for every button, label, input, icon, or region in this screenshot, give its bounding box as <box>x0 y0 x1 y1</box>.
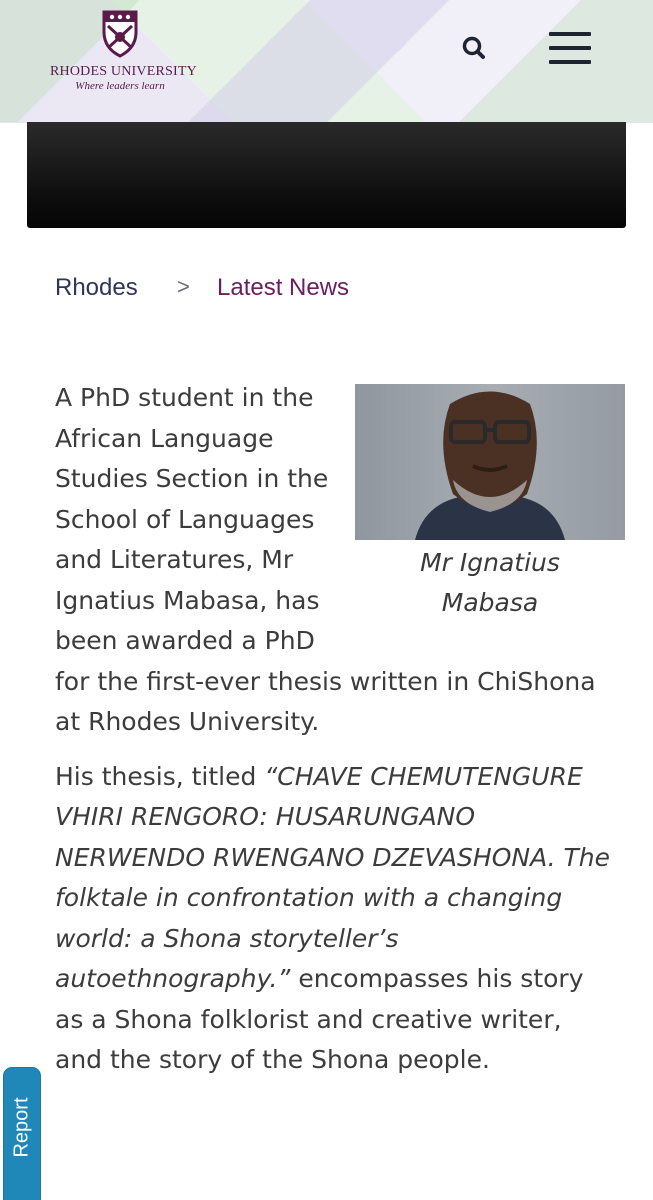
crest-icon <box>102 10 138 58</box>
search-icon <box>462 36 485 59</box>
photo-caption: Mr Ignatius Mabasa <box>420 548 560 617</box>
search-button[interactable] <box>458 32 490 64</box>
breadcrumb-separator: > <box>177 274 190 299</box>
article-body: Mr Ignatius Mabasa A PhD student in the … <box>55 378 625 1095</box>
portrait-photo <box>355 384 625 540</box>
hamburger-menu-icon <box>549 32 591 36</box>
hamburger-menu-icon <box>549 60 591 64</box>
site-header: RHODES UNIVERSITY Where leaders learn <box>0 0 653 123</box>
menu-button[interactable] <box>547 30 593 66</box>
logo-name: RHODES UNIVERSITY <box>50 64 197 79</box>
article-paragraph: His thesis, titled “CHAVE CHEMUTENGURE V… <box>55 757 615 1081</box>
hero-banner <box>27 122 626 228</box>
report-button[interactable]: Report <box>4 1068 40 1200</box>
logo-tagline: Where leaders learn <box>75 80 165 92</box>
thesis-title: “CHAVE CHEMUTENGURE VHIRI RENGORO: HUSAR… <box>55 761 611 994</box>
breadcrumb-home-link[interactable]: Rhodes <box>55 274 138 302</box>
article-figure: Mr Ignatius Mabasa <box>355 384 625 623</box>
paragraph-text: His thesis, titled <box>55 761 265 791</box>
breadcrumb-current[interactable]: Latest News <box>217 274 349 302</box>
hamburger-menu-icon <box>549 46 591 50</box>
report-label: Report <box>10 1097 33 1158</box>
university-logo[interactable]: RHODES UNIVERSITY Where leaders learn <box>50 8 197 92</box>
